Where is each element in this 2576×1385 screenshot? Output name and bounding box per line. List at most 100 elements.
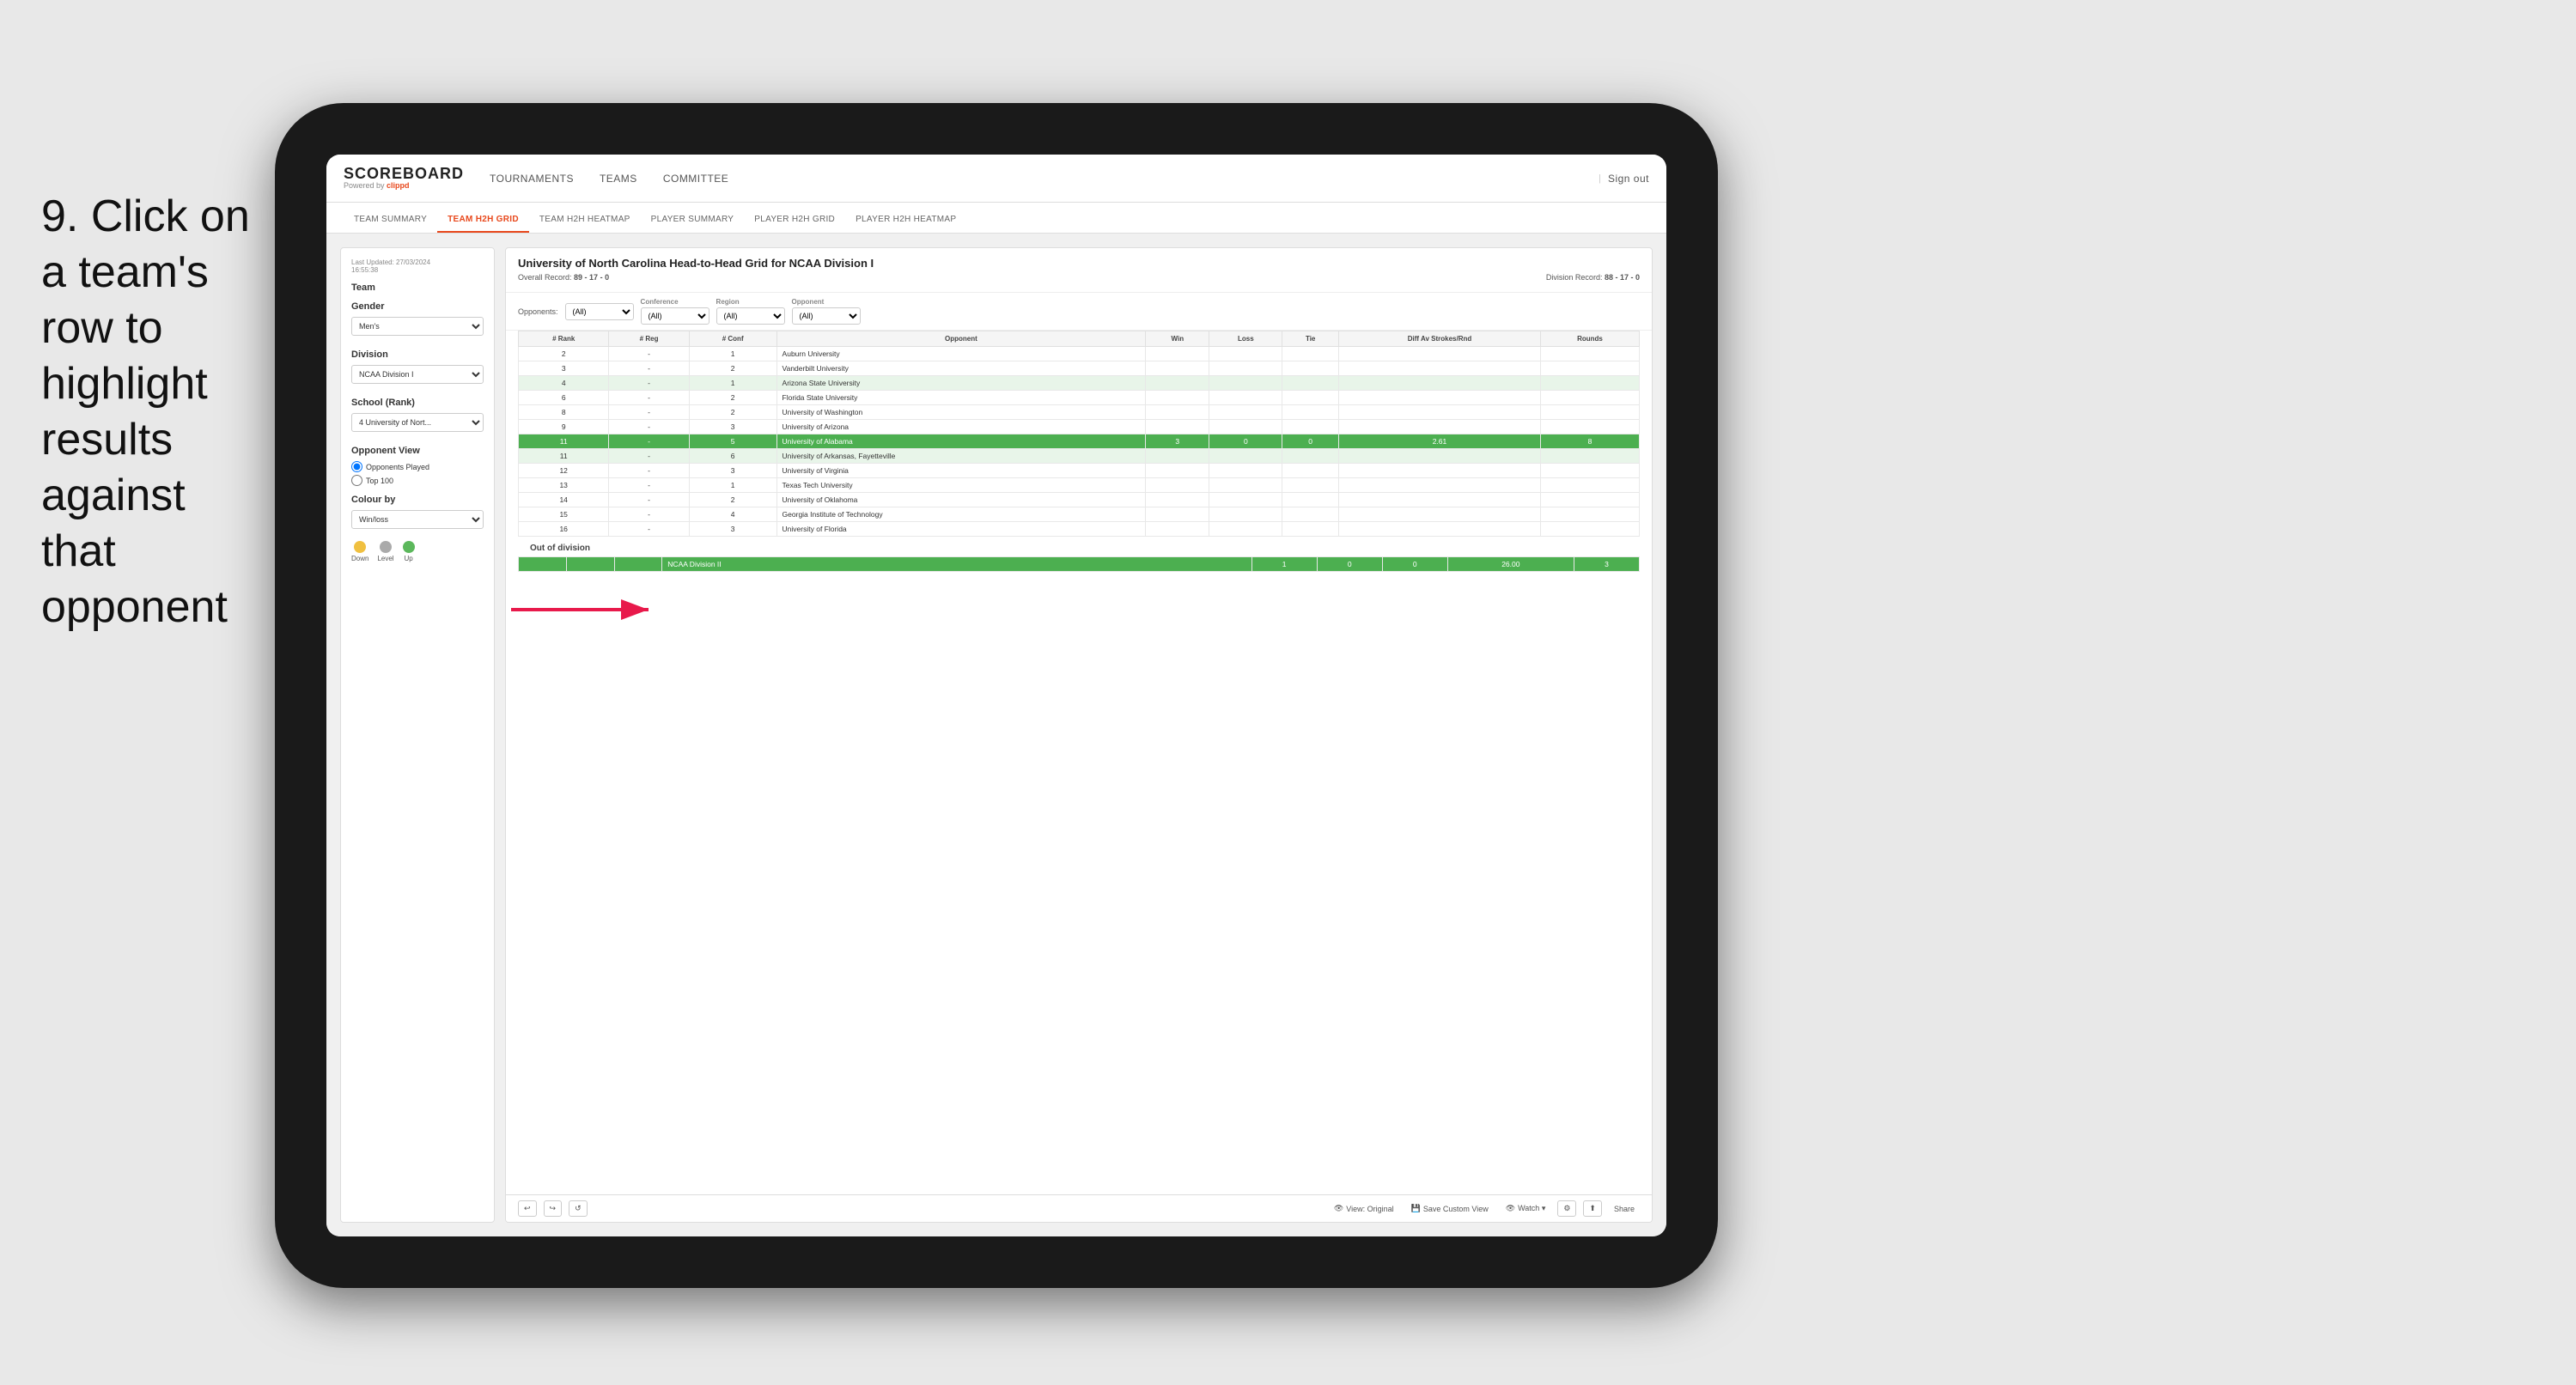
- legend-down: Down: [351, 541, 368, 562]
- table-row[interactable]: 9 - 3 University of Arizona: [519, 420, 1640, 434]
- tab-team-h2h-grid[interactable]: TEAM H2H GRID: [437, 208, 529, 233]
- nav-item-tournaments[interactable]: TOURNAMENTS: [490, 169, 574, 188]
- radio-opponents-played[interactable]: Opponents Played: [351, 461, 484, 472]
- ood-diff: 26.00: [1447, 557, 1574, 572]
- col-win: Win: [1146, 331, 1209, 347]
- cell-win: 3: [1146, 434, 1209, 449]
- division-select[interactable]: NCAA Division I: [351, 365, 484, 384]
- cell-loss: [1209, 405, 1282, 420]
- table-row[interactable]: 3 - 2 Vanderbilt University: [519, 361, 1640, 376]
- region-select[interactable]: (All): [716, 307, 785, 325]
- cell-diff: [1338, 361, 1540, 376]
- cell-opponent: University of Arizona: [776, 420, 1146, 434]
- cell-opponent: University of Virginia: [776, 464, 1146, 478]
- tab-player-summary[interactable]: PLAYER SUMMARY: [641, 208, 745, 233]
- out-of-division-row[interactable]: NCAA Division II 1 0 0 26.00 3: [519, 557, 1640, 572]
- cell-reg: -: [609, 376, 689, 391]
- tab-team-summary[interactable]: TEAM SUMMARY: [344, 208, 437, 233]
- col-rank: # Rank: [519, 331, 609, 347]
- cell-diff: [1338, 464, 1540, 478]
- opponent-view-options: Opponents Played Top 100: [351, 461, 484, 486]
- save-custom-view-button[interactable]: 💾 Save Custom View: [1406, 1201, 1494, 1216]
- cell-win: [1146, 391, 1209, 405]
- table-row[interactable]: 16 - 3 University of Florida: [519, 522, 1640, 537]
- cell-loss: [1209, 361, 1282, 376]
- table-row[interactable]: 13 - 1 Texas Tech University: [519, 478, 1640, 493]
- nav-item-teams[interactable]: TEAMS: [600, 169, 637, 188]
- sign-out-button[interactable]: Sign out: [1608, 169, 1649, 188]
- sidebar-opponent-view-label: Opponent View: [351, 446, 484, 456]
- table-row[interactable]: 4 - 1 Arizona State University: [519, 376, 1640, 391]
- gender-select[interactable]: Men's: [351, 317, 484, 336]
- conference-select[interactable]: (All): [641, 307, 709, 325]
- cell-conf: 3: [689, 464, 776, 478]
- sidebar-school-label: School (Rank): [351, 398, 484, 408]
- reset-button[interactable]: ↺: [569, 1200, 588, 1217]
- cell-opponent: University of Washington: [776, 405, 1146, 420]
- opponents-filter-select[interactable]: (All): [565, 303, 634, 320]
- table-header-row: # Rank # Reg # Conf Opponent Win Loss Ti…: [519, 331, 1640, 347]
- tab-player-h2h-heatmap[interactable]: PLAYER H2H HEATMAP: [845, 208, 966, 233]
- table-row[interactable]: 11 - 5 University of Alabama 3 0 0 2.61 …: [519, 434, 1640, 449]
- cell-reg: -: [609, 478, 689, 493]
- cell-diff: [1338, 478, 1540, 493]
- col-tie: Tie: [1282, 331, 1339, 347]
- opponents-filter-label: Opponents:: [518, 307, 558, 316]
- view-original-button[interactable]: 👁 View: Original: [1329, 1201, 1399, 1216]
- tab-team-h2h-heatmap[interactable]: TEAM H2H HEATMAP: [529, 208, 641, 233]
- opponent-select[interactable]: (All): [792, 307, 861, 325]
- legend-dot-down: [354, 541, 366, 553]
- cell-conf: 2: [689, 405, 776, 420]
- division-record: Division Record: 88 - 17 - 0: [1546, 273, 1640, 282]
- cell-diff: [1338, 507, 1540, 522]
- cell-diff: [1338, 522, 1540, 537]
- undo-button[interactable]: ↩: [518, 1200, 537, 1217]
- cell-tie: 0: [1282, 434, 1339, 449]
- cell-conf: 6: [689, 449, 776, 464]
- table-row[interactable]: 12 - 3 University of Virginia: [519, 464, 1640, 478]
- cell-rounds: [1541, 507, 1640, 522]
- grid-table: # Rank # Reg # Conf Opponent Win Loss Ti…: [518, 331, 1640, 537]
- eye-icon: 👁: [1334, 1204, 1343, 1213]
- cell-win: [1146, 376, 1209, 391]
- table-row[interactable]: 8 - 2 University of Washington: [519, 405, 1640, 420]
- export-button[interactable]: ⬆: [1583, 1200, 1602, 1217]
- nav-item-committee[interactable]: COMMITTEE: [663, 169, 729, 188]
- conference-filter: Conference (All): [641, 298, 709, 325]
- table-row[interactable]: 6 - 2 Florida State University: [519, 391, 1640, 405]
- share-button[interactable]: Share: [1609, 1202, 1640, 1216]
- watch-button[interactable]: 👁 Watch ▾: [1501, 1201, 1551, 1216]
- cell-loss: [1209, 507, 1282, 522]
- cell-reg: -: [609, 507, 689, 522]
- tab-player-h2h-grid[interactable]: PLAYER H2H GRID: [744, 208, 845, 233]
- cell-rank: 2: [519, 347, 609, 361]
- cell-opponent: Vanderbilt University: [776, 361, 1146, 376]
- cell-reg: -: [609, 522, 689, 537]
- overall-record: Overall Record: 89 - 17 - 0: [518, 273, 609, 282]
- cell-tie: [1282, 449, 1339, 464]
- cell-rounds: [1541, 361, 1640, 376]
- table-row[interactable]: 14 - 2 University of Oklahoma: [519, 493, 1640, 507]
- table-row[interactable]: 11 - 6 University of Arkansas, Fayettevi…: [519, 449, 1640, 464]
- opponent-filter: Opponent (All): [792, 298, 861, 325]
- nav-items: TOURNAMENTS TEAMS COMMITTEE: [490, 169, 1599, 188]
- cell-rank: 11: [519, 434, 609, 449]
- cell-conf: 1: [689, 347, 776, 361]
- ood-rounds: 3: [1574, 557, 1639, 572]
- redo-button[interactable]: ↪: [544, 1200, 563, 1217]
- school-select[interactable]: 4 University of Nort...: [351, 413, 484, 432]
- cell-reg: -: [609, 464, 689, 478]
- radio-top100[interactable]: Top 100: [351, 475, 484, 486]
- table-row[interactable]: 2 - 1 Auburn University: [519, 347, 1640, 361]
- cell-tie: [1282, 464, 1339, 478]
- colour-by-select[interactable]: Win/loss: [351, 510, 484, 529]
- logo-brand: clippd: [387, 181, 410, 190]
- cell-rounds: [1541, 376, 1640, 391]
- settings-button[interactable]: ⚙: [1557, 1200, 1576, 1217]
- cell-tie: [1282, 522, 1339, 537]
- main-content: Last Updated: 27/03/2024 16:55:38 Team G…: [326, 234, 1666, 1236]
- cell-diff: [1338, 376, 1540, 391]
- cell-tie: [1282, 478, 1339, 493]
- table-row[interactable]: 15 - 4 Georgia Institute of Technology: [519, 507, 1640, 522]
- logo-scoreboard: SCOREBOARD: [344, 166, 464, 181]
